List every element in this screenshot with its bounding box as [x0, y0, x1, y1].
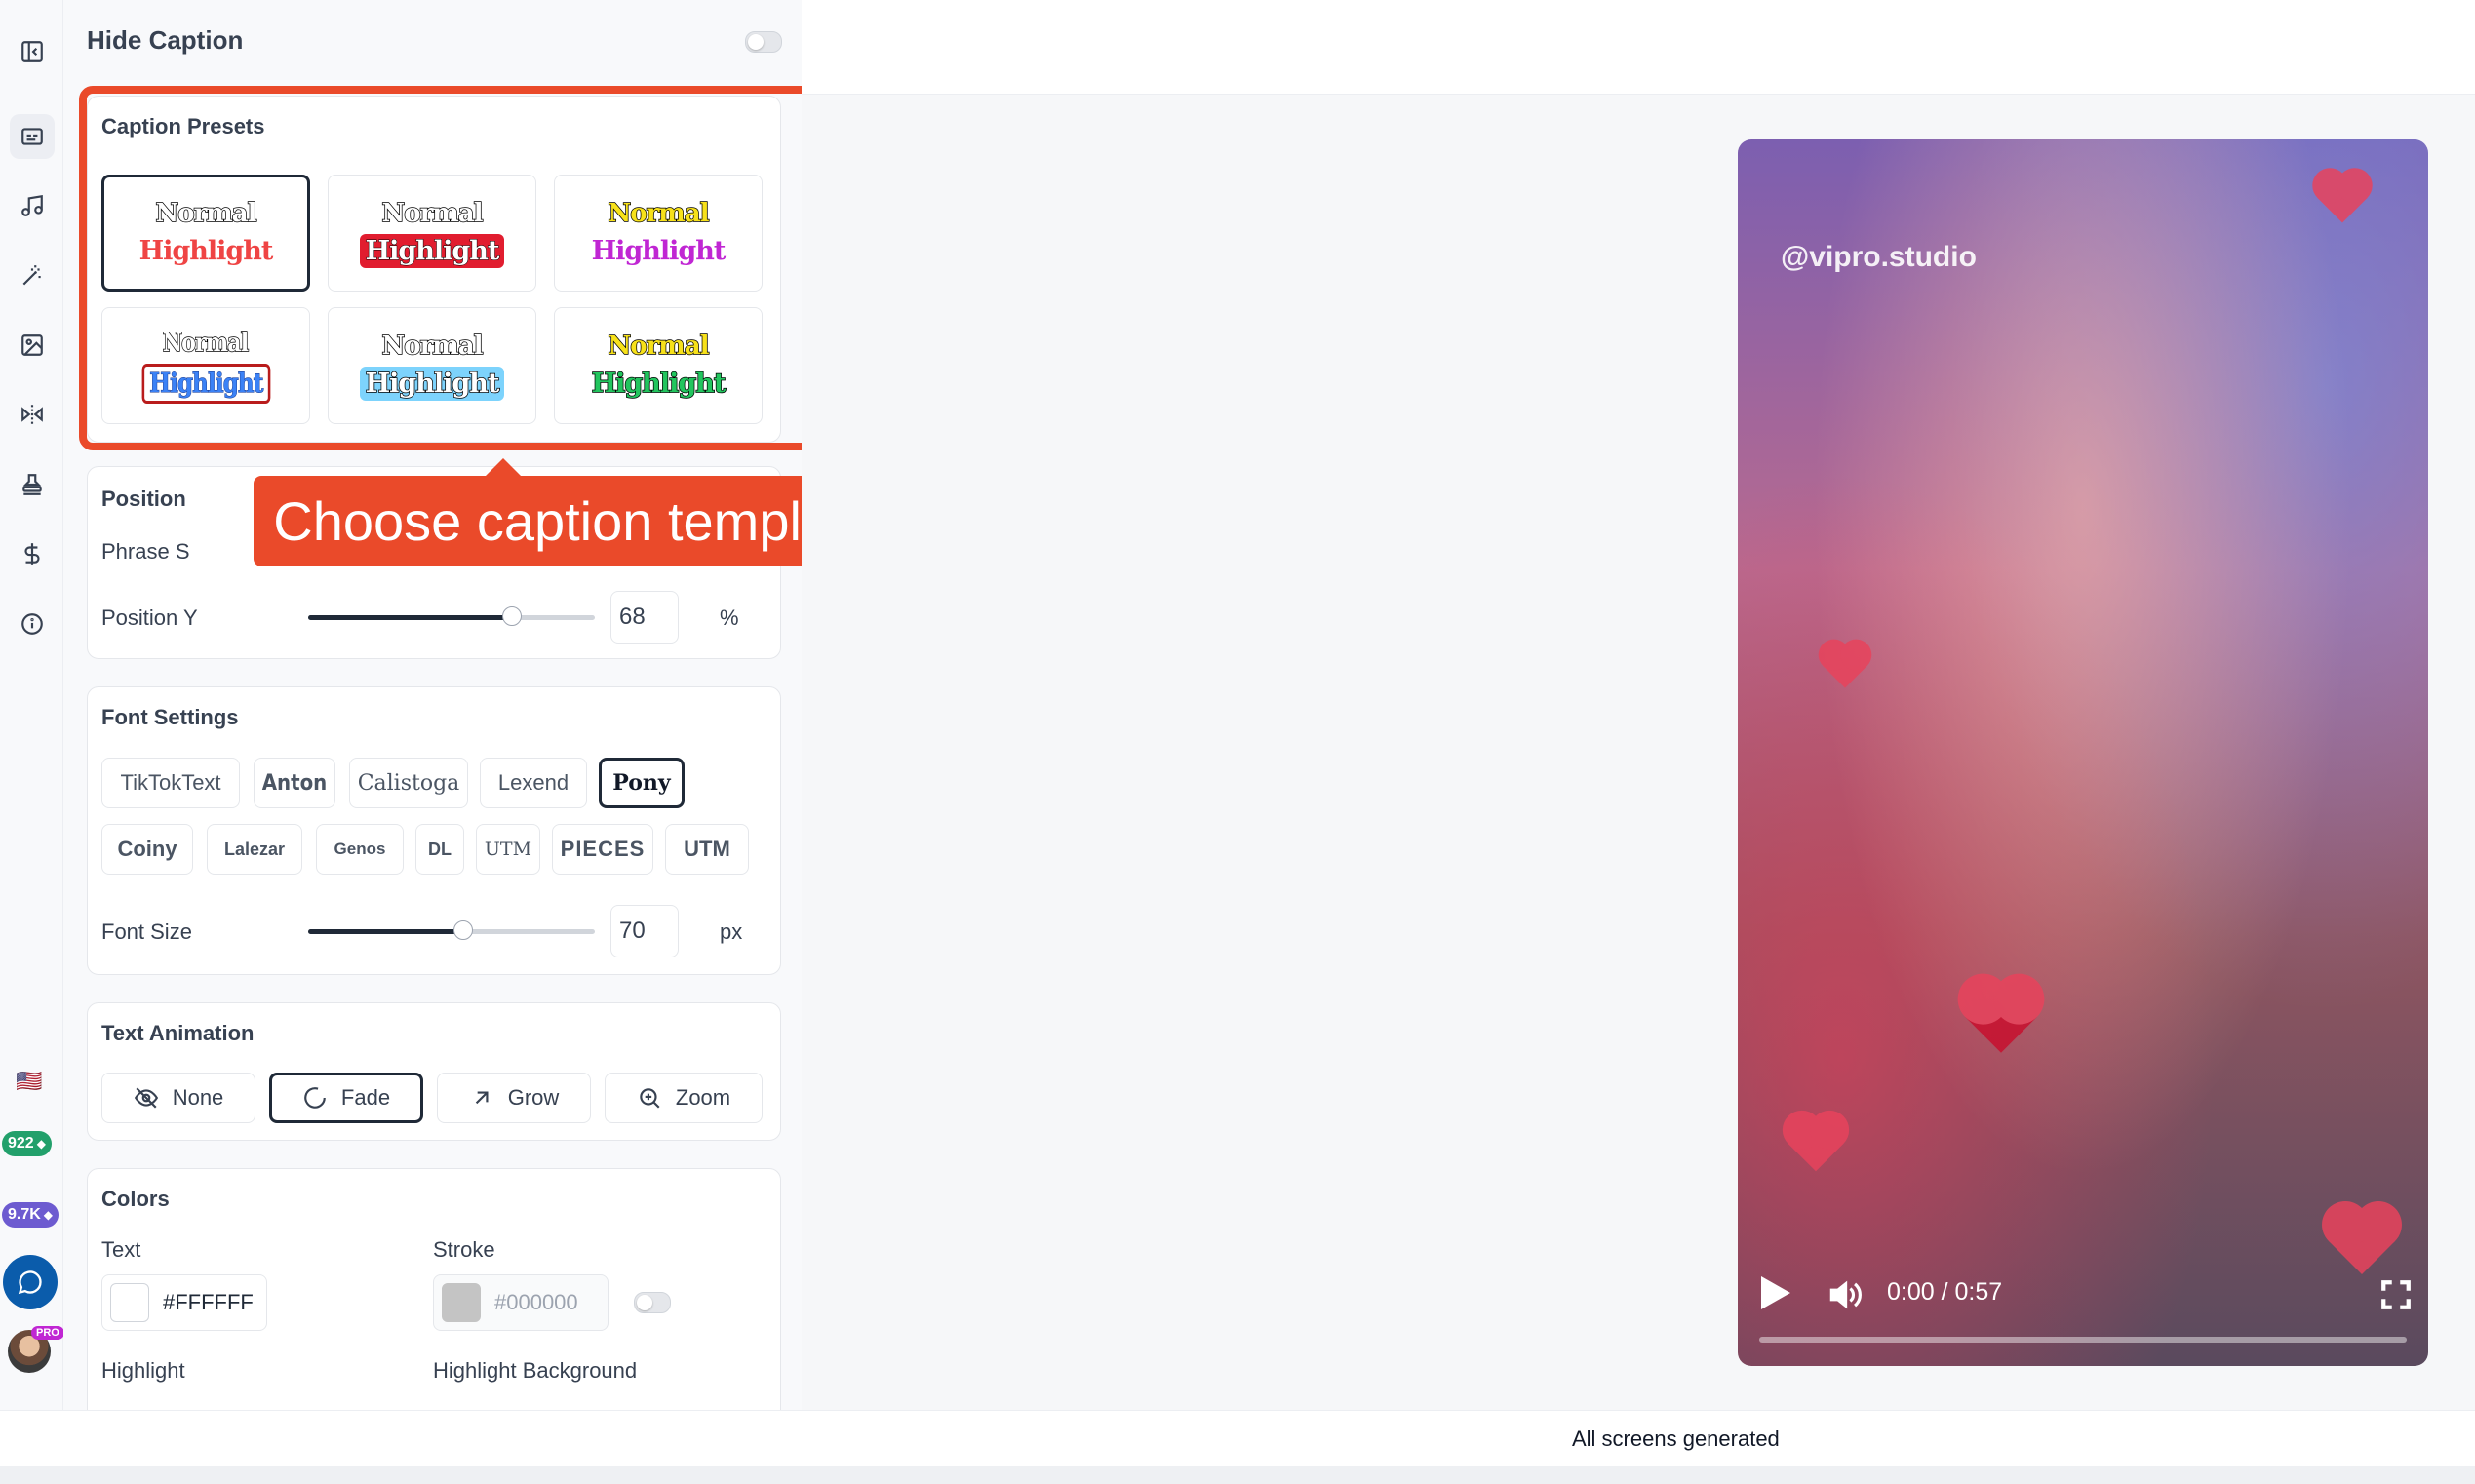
- position-y-slider[interactable]: [308, 606, 595, 626]
- font-size-slider-fill: [308, 929, 463, 934]
- font-chip[interactable]: Lexend: [480, 758, 587, 808]
- stroke-color-label: Stroke: [433, 1237, 495, 1262]
- font-chip[interactable]: UTM: [476, 824, 540, 875]
- stroke-color-swatch[interactable]: [442, 1283, 481, 1322]
- stamp-icon[interactable]: [10, 462, 55, 507]
- font-chip[interactable]: Anton: [254, 758, 335, 808]
- video-progress-bar[interactable]: [1759, 1337, 2407, 1343]
- font-size-slider[interactable]: [308, 920, 595, 940]
- eye-off-icon: [134, 1087, 158, 1109]
- font-chip[interactable]: Lalezar: [207, 824, 302, 875]
- magic-wand-icon[interactable]: [10, 254, 55, 298]
- font-size-input[interactable]: 70: [610, 905, 679, 957]
- bottom-strip: [0, 1466, 2475, 1484]
- pro-badge: PRO: [31, 1326, 64, 1340]
- animation-fade-button[interactable]: Fade: [269, 1073, 423, 1123]
- animation-label: Grow: [507, 1085, 560, 1110]
- flip-icon[interactable]: [10, 392, 55, 437]
- font-settings-card: Font Settings TikTokText Anton Calistoga…: [87, 686, 781, 975]
- stroke-toggle[interactable]: [634, 1292, 671, 1313]
- info-icon[interactable]: [10, 602, 55, 646]
- chat-icon: [18, 1270, 42, 1295]
- font-chip[interactable]: DL: [415, 824, 464, 875]
- position-y-label: Position Y: [101, 605, 198, 630]
- phrase-size-label: Phrase S: [101, 539, 190, 564]
- font-chip[interactable]: TikTokText: [101, 758, 240, 808]
- text-animation-title: Text Animation: [101, 1021, 255, 1045]
- music-icon[interactable]: [10, 183, 55, 228]
- hide-caption-toggle[interactable]: [745, 31, 782, 53]
- position-title: Position: [101, 487, 186, 511]
- text-color-label: Text: [101, 1237, 141, 1262]
- animation-label: Fade: [340, 1085, 391, 1110]
- status-text: All screens generated: [1572, 1426, 1780, 1451]
- position-y-slider-fill: [308, 615, 512, 620]
- status-bar: All screens generated: [0, 1410, 2475, 1467]
- position-y-input[interactable]: 68: [610, 591, 679, 644]
- font-chip[interactable]: Genos: [316, 824, 404, 875]
- stroke-color-field[interactable]: #000000: [433, 1274, 609, 1331]
- animation-label: None: [172, 1085, 224, 1110]
- presets-highlight-frame: [79, 86, 802, 450]
- animation-label: Zoom: [675, 1085, 731, 1110]
- hide-caption-label: Hide Caption: [87, 25, 244, 55]
- highlight-color-label: Highlight: [101, 1358, 185, 1383]
- highlight-background-label: Highlight Background: [433, 1358, 638, 1383]
- credit-badge-secondary[interactable]: 9.7K ◆: [2, 1202, 59, 1228]
- stroke-color-value: #000000: [494, 1290, 578, 1314]
- colors-title: Colors: [101, 1187, 170, 1211]
- position-y-slider-thumb[interactable]: [502, 606, 522, 626]
- preview-header: [802, 0, 2475, 95]
- captions-icon[interactable]: [10, 114, 55, 159]
- colors-card: Colors Text #FFFFFF Stroke #000000 Highl…: [87, 1168, 781, 1410]
- volume-icon[interactable]: [1826, 1276, 1863, 1313]
- gem-icon: ◆: [36, 1137, 46, 1151]
- dollar-icon[interactable]: [10, 531, 55, 576]
- text-animation-card: Text Animation None Fade Grow Zoom: [87, 1002, 781, 1141]
- heart-decoration: [2317, 173, 2368, 223]
- gem-icon: ◆: [43, 1208, 54, 1222]
- play-icon[interactable]: [1761, 1276, 1790, 1309]
- panel-collapse-icon[interactable]: [10, 29, 55, 74]
- left-rail: 🇺🇸 922 ◆ 9.7K ◆ PRO: [0, 0, 64, 1410]
- heart-decoration: [1823, 644, 1867, 688]
- video-watermark: @vipro.studio: [1781, 241, 1977, 273]
- position-y-unit: %: [720, 605, 739, 630]
- animation-zoom-button[interactable]: Zoom: [605, 1073, 763, 1123]
- font-chip[interactable]: Coiny: [101, 824, 193, 875]
- fullscreen-icon[interactable]: [2379, 1278, 2413, 1311]
- credit-value: 922: [8, 1135, 34, 1152]
- chat-button[interactable]: [3, 1255, 58, 1309]
- caption-settings-panel: Hide Caption Caption Presets Normal High…: [63, 0, 803, 1410]
- rose-decoration: [1965, 981, 2037, 1053]
- font-chip[interactable]: PIECES: [552, 824, 653, 875]
- text-color-value: #FFFFFF: [163, 1290, 254, 1314]
- font-chip[interactable]: UTM: [665, 824, 749, 875]
- language-flag-icon[interactable]: 🇺🇸: [16, 1069, 42, 1094]
- text-color-swatch[interactable]: [110, 1283, 149, 1322]
- text-color-field[interactable]: #FFFFFF: [101, 1274, 267, 1331]
- font-chip[interactable]: Calistoga: [349, 758, 468, 808]
- choose-template-callout: Choose caption template: [254, 458, 802, 566]
- font-chip-selected[interactable]: Pony: [599, 758, 685, 808]
- animation-grow-button[interactable]: Grow: [437, 1073, 591, 1123]
- font-size-slider-thumb[interactable]: [453, 920, 473, 940]
- font-size-label: Font Size: [101, 919, 192, 944]
- video-controls: 0:00 / 0:57: [1738, 1249, 2428, 1366]
- credit-value: 9.7K: [8, 1206, 41, 1223]
- loader-icon: [304, 1087, 326, 1109]
- zoom-in-icon: [640, 1088, 660, 1109]
- heart-decoration: [1788, 1115, 1844, 1172]
- arrow-up-right-icon: [475, 1091, 489, 1105]
- font-settings-title: Font Settings: [101, 705, 239, 729]
- video-preview[interactable]: @vipro.studio 0:00 / 0:57: [1738, 139, 2428, 1366]
- animation-none-button[interactable]: None: [101, 1073, 255, 1123]
- image-edit-icon[interactable]: [10, 323, 55, 368]
- font-size-unit: px: [720, 919, 743, 944]
- credit-badge-primary[interactable]: 922 ◆: [2, 1131, 52, 1156]
- video-time: 0:00 / 0:57: [1887, 1278, 2003, 1306]
